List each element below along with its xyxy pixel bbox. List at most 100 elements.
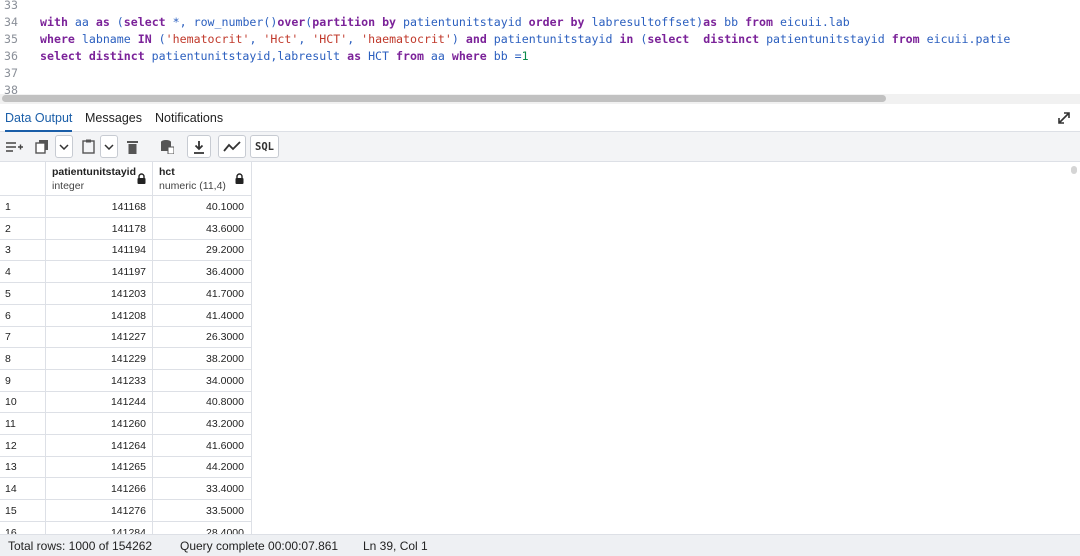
code-line[interactable]: 34 with aa as (select *, row_number()over… bbox=[0, 14, 1080, 31]
patientunitstayid-cell[interactable]: 141276 bbox=[46, 499, 153, 522]
hct-cell[interactable]: 38.2000 bbox=[153, 347, 252, 370]
table-row[interactable]: 4 141197 36.4000 bbox=[0, 261, 252, 284]
patientunitstayid-cell[interactable]: 141227 bbox=[46, 326, 153, 349]
sql-string: 'HCT' bbox=[312, 32, 348, 46]
table-row[interactable]: 7 141227 26.3000 bbox=[0, 326, 252, 349]
hct-cell[interactable]: 29.2000 bbox=[153, 239, 252, 262]
column-header-patientunitstayid[interactable]: patientunitstayid integer bbox=[46, 162, 153, 196]
table-row[interactable]: 16 141284 28.4000 bbox=[0, 521, 252, 534]
sql-keyword: select bbox=[123, 15, 166, 29]
row-number-cell[interactable]: 12 bbox=[0, 434, 46, 457]
code-text: where labname IN ('hematocrit', 'Hct', '… bbox=[40, 31, 1010, 48]
table-row[interactable]: 15 141276 33.5000 bbox=[0, 499, 252, 522]
table-row[interactable]: 6 141208 41.4000 bbox=[0, 304, 252, 327]
hct-cell[interactable]: 26.3000 bbox=[153, 326, 252, 349]
patientunitstayid-cell[interactable]: 141284 bbox=[46, 521, 153, 534]
hct-cell[interactable]: 41.6000 bbox=[153, 434, 252, 457]
row-number-cell[interactable]: 6 bbox=[0, 304, 46, 327]
paste-button[interactable] bbox=[78, 135, 98, 158]
code-line[interactable]: 36 select distinct patientunitstayid,labr… bbox=[0, 48, 1080, 65]
row-number-cell[interactable]: 5 bbox=[0, 282, 46, 305]
code-line[interactable]: 35 where labname IN ('hematocrit', 'Hct',… bbox=[0, 31, 1080, 48]
table-row[interactable]: 8 141229 38.2000 bbox=[0, 347, 252, 370]
patientunitstayid-cell[interactable]: 141194 bbox=[46, 239, 153, 262]
table-row[interactable]: 9 141233 34.0000 bbox=[0, 369, 252, 392]
sql-identifier: ( bbox=[109, 15, 124, 29]
hct-cell[interactable]: 40.8000 bbox=[153, 391, 252, 414]
copy-button[interactable] bbox=[32, 135, 52, 158]
hct-cell[interactable]: 41.4000 bbox=[153, 304, 252, 327]
sql-identifier: eicuii.patie bbox=[919, 32, 1011, 46]
graph-visualiser-button[interactable] bbox=[218, 135, 246, 158]
row-number-cell[interactable]: 15 bbox=[0, 499, 46, 522]
query-status-text: Query complete 00:00:07.861 bbox=[180, 539, 339, 553]
row-number-cell[interactable]: 4 bbox=[0, 261, 46, 284]
expand-panel-icon[interactable] bbox=[1056, 110, 1072, 126]
tab-data-output[interactable]: Data Output bbox=[5, 104, 73, 132]
row-number-cell[interactable]: 1 bbox=[0, 196, 46, 218]
delete-row-button[interactable] bbox=[122, 135, 142, 158]
patientunitstayid-cell[interactable]: 141208 bbox=[46, 304, 153, 327]
hct-cell[interactable]: 34.0000 bbox=[153, 369, 252, 392]
table-row[interactable]: 3 141194 29.2000 bbox=[0, 239, 252, 262]
patientunitstayid-cell[interactable]: 141168 bbox=[46, 196, 153, 218]
add-row-button[interactable] bbox=[3, 135, 25, 158]
download-button[interactable] bbox=[187, 135, 211, 158]
row-number-cell[interactable]: 2 bbox=[0, 217, 46, 240]
sql-keyword: where bbox=[451, 49, 487, 63]
table-row[interactable]: 11 141260 43.2000 bbox=[0, 413, 252, 435]
row-number-cell[interactable]: 8 bbox=[0, 347, 46, 370]
hct-cell[interactable]: 33.5000 bbox=[153, 499, 252, 522]
hct-cell[interactable]: 33.4000 bbox=[153, 478, 252, 501]
code-line[interactable]: 37 bbox=[0, 65, 1080, 82]
patientunitstayid-cell[interactable]: 141265 bbox=[46, 456, 153, 479]
copy-options-dropdown[interactable] bbox=[55, 135, 73, 158]
grid-vertical-scrollbar[interactable] bbox=[1071, 166, 1077, 174]
row-number-cell[interactable]: 9 bbox=[0, 369, 46, 392]
patientunitstayid-cell[interactable]: 141203 bbox=[46, 282, 153, 305]
patientunitstayid-cell[interactable]: 141178 bbox=[46, 217, 153, 240]
save-data-button[interactable] bbox=[156, 135, 178, 158]
hct-cell[interactable]: 43.2000 bbox=[153, 413, 252, 435]
hct-cell[interactable]: 44.2000 bbox=[153, 456, 252, 479]
hct-cell[interactable]: 43.6000 bbox=[153, 217, 252, 240]
table-row[interactable]: 1 141168 40.1000 bbox=[0, 196, 252, 218]
column-header-hct[interactable]: hct numeric (11,4) bbox=[153, 162, 252, 196]
row-number-cell[interactable]: 11 bbox=[0, 413, 46, 435]
row-number-cell[interactable]: 13 bbox=[0, 456, 46, 479]
paste-options-dropdown[interactable] bbox=[100, 135, 118, 158]
sql-icon: SQL bbox=[255, 140, 274, 153]
tab-messages[interactable]: Messages bbox=[85, 104, 142, 132]
tab-notifications[interactable]: Notifications bbox=[155, 104, 223, 132]
table-row[interactable]: 12 141264 41.6000 bbox=[0, 434, 252, 457]
code-line[interactable]: 33 bbox=[0, 0, 1080, 14]
table-row[interactable]: 14 141266 33.4000 bbox=[0, 478, 252, 501]
sql-identifier: , bbox=[347, 32, 362, 46]
row-number-cell[interactable]: 16 bbox=[0, 521, 46, 534]
row-number-cell[interactable]: 10 bbox=[0, 391, 46, 414]
patientunitstayid-cell[interactable]: 141197 bbox=[46, 261, 153, 284]
cursor-position-text: Ln 39, Col 1 bbox=[363, 539, 428, 553]
hct-cell[interactable]: 36.4000 bbox=[153, 261, 252, 284]
row-number-cell[interactable]: 7 bbox=[0, 326, 46, 349]
sql-editor[interactable]: 33 34 with aa as (select *, row_number()ov… bbox=[0, 0, 1080, 104]
table-row[interactable]: 2 141178 43.6000 bbox=[0, 217, 252, 240]
table-row[interactable]: 10 141244 40.8000 bbox=[0, 391, 252, 414]
patientunitstayid-cell[interactable]: 141260 bbox=[46, 413, 153, 435]
patientunitstayid-cell[interactable]: 141229 bbox=[46, 347, 153, 370]
hct-cell[interactable]: 28.4000 bbox=[153, 521, 252, 534]
table-row[interactable]: 5 141203 41.7000 bbox=[0, 282, 252, 305]
row-number-cell[interactable]: 14 bbox=[0, 478, 46, 501]
sql-identifier: labresultoffset) bbox=[584, 15, 704, 29]
row-number-cell[interactable]: 3 bbox=[0, 239, 46, 262]
hct-cell[interactable]: 40.1000 bbox=[153, 196, 252, 218]
patientunitstayid-cell[interactable]: 141244 bbox=[46, 391, 153, 414]
table-row[interactable]: 13 141265 44.2000 bbox=[0, 456, 252, 479]
sql-keyword: distinct bbox=[703, 32, 760, 46]
hct-cell[interactable]: 41.7000 bbox=[153, 282, 252, 305]
patientunitstayid-cell[interactable]: 141264 bbox=[46, 434, 153, 457]
sql-button[interactable]: SQL bbox=[250, 135, 279, 158]
editor-scrollbar-thumb[interactable] bbox=[2, 95, 886, 102]
patientunitstayid-cell[interactable]: 141266 bbox=[46, 478, 153, 501]
patientunitstayid-cell[interactable]: 141233 bbox=[46, 369, 153, 392]
